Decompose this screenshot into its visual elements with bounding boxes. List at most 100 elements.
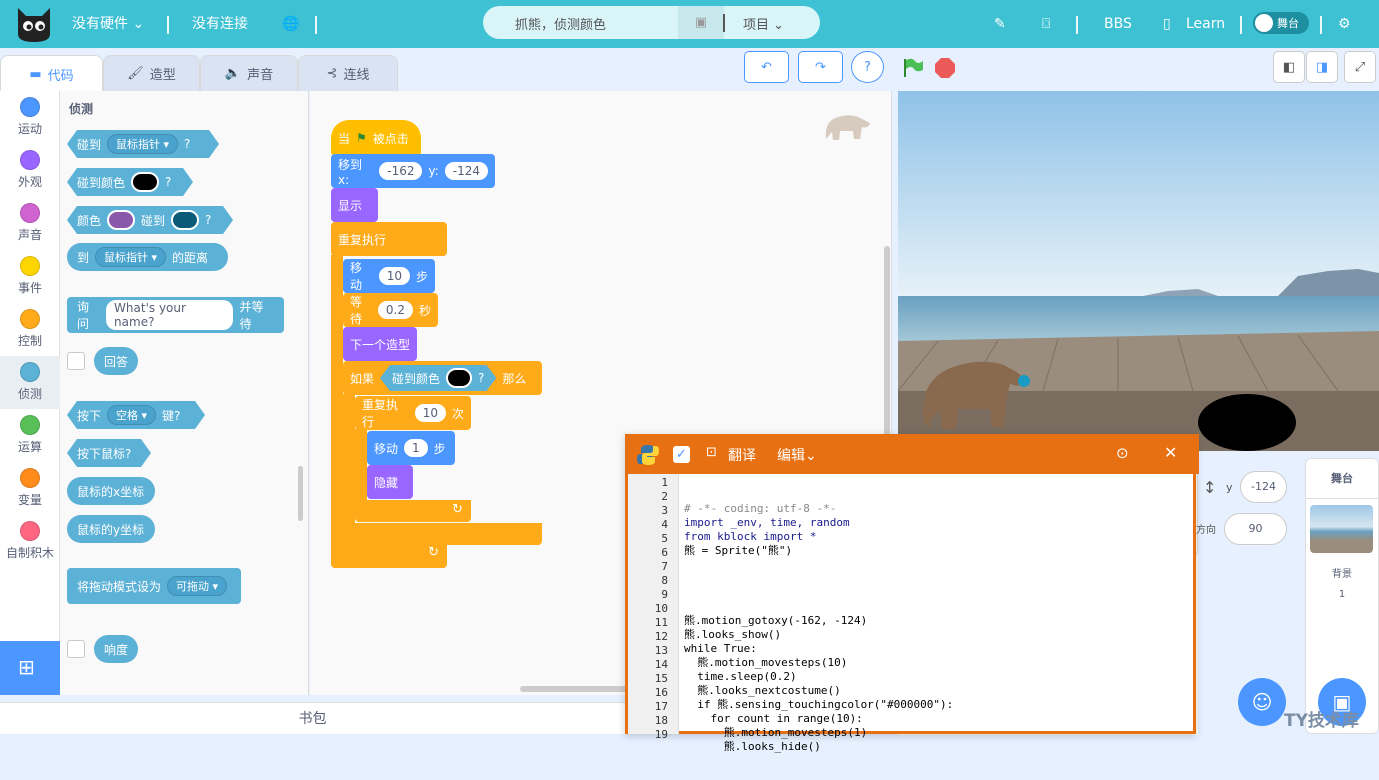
key-pressed-block[interactable]: 按下 空格 ▾ 键? <box>67 401 205 429</box>
category-sound[interactable]: 声音 <box>0 197 60 250</box>
touching-color-block[interactable]: 碰到颜色? <box>67 168 193 196</box>
mouse-down-block[interactable]: 按下鼠标? <box>67 439 151 467</box>
category-control[interactable]: 控制 <box>0 303 60 356</box>
help-button[interactable]: ? <box>851 51 884 83</box>
x-input[interactable]: -162 <box>379 162 423 180</box>
stop-icon[interactable] <box>934 57 956 79</box>
steps-input[interactable]: 10 <box>378 267 410 285</box>
camera-icon[interactable]: ⌼ <box>1042 0 1050 48</box>
category-variables[interactable]: 变量 <box>0 462 60 515</box>
ask-block[interactable]: 询问 What's your name? 并等待 <box>67 297 284 333</box>
goto-xy-block[interactable]: 移到 x: -162 y: -124 <box>331 154 495 188</box>
wait-block[interactable]: 等待 0.2 秒 <box>343 293 438 327</box>
block-dropdown[interactable]: 鼠标指针 ▾ <box>107 134 178 154</box>
project-name-input[interactable]: 抓熊，侦测颜色 <box>515 14 606 33</box>
sync-checkbox[interactable]: ✓ <box>673 446 690 463</box>
touching-block[interactable]: 碰到 鼠标指针 ▾? <box>67 130 219 158</box>
bbs-link[interactable]: BBS <box>1104 0 1132 48</box>
tab-code[interactable]: ▬ 代码 <box>0 55 103 93</box>
when-flag-clicked-block[interactable]: 当 ⚑ 被点击 <box>331 120 421 156</box>
direction-input[interactable]: 90 <box>1224 513 1287 545</box>
category-operators[interactable]: 运算 <box>0 409 60 462</box>
add-extension-button[interactable]: ⊞ <box>0 641 60 695</box>
loudness-checkbox[interactable] <box>67 640 85 658</box>
workspace-scrollbar-horizontal[interactable] <box>520 686 630 692</box>
show-block[interactable]: 显示 <box>331 188 378 222</box>
pencil-icon[interactable]: ✎ <box>994 0 1006 48</box>
loop-arrow-icon: ↻ <box>428 545 439 560</box>
color-swatch[interactable] <box>131 172 159 192</box>
steps-input[interactable]: 1 <box>404 439 428 457</box>
line-number: 11 <box>654 616 668 629</box>
category-dot <box>20 362 40 382</box>
next-costume-block[interactable]: 下一个造型 <box>343 327 417 361</box>
color-touching-color-block[interactable]: 颜色 碰到? <box>67 206 233 234</box>
category-sensing[interactable]: 侦测 <box>0 356 60 409</box>
mouse-y-block[interactable]: 鼠标的y坐标 <box>67 515 155 543</box>
backpack-bar[interactable]: 书包 <box>0 702 625 734</box>
globe-icon[interactable]: 🌐 <box>282 0 299 48</box>
edit-menu[interactable]: 编辑⌄ <box>777 445 817 465</box>
add-sprite-button[interactable]: ☺ <box>1238 678 1286 726</box>
stage-toggle[interactable]: 舞台 <box>1253 12 1309 34</box>
repeat-block[interactable]: 重复执行 10 次 <box>355 396 471 430</box>
gear-icon[interactable]: ⚙ <box>1338 0 1351 48</box>
redo-button[interactable]: ↷ <box>798 51 843 83</box>
black-ellipse-sprite[interactable] <box>1198 394 1296 451</box>
hardware-menu[interactable]: 没有硬件 ⌄ <box>72 0 144 48</box>
move-steps-block[interactable]: 移动 10 步 <box>343 259 435 293</box>
translate-button[interactable]: 翻译 <box>728 445 756 465</box>
large-stage-button[interactable]: ◨ <box>1306 51 1338 83</box>
block-text: 当 <box>338 131 351 146</box>
tab-costumes[interactable]: 🖌 造型 <box>103 55 200 91</box>
block-dropdown[interactable]: 可拖动 ▾ <box>167 576 228 596</box>
undo-button[interactable]: ↶ <box>744 51 789 83</box>
if-arm <box>343 394 355 524</box>
color-swatch[interactable] <box>171 210 199 230</box>
distance-block[interactable]: 到鼠标指针 ▾ 的距离 <box>67 243 228 271</box>
loudness-block[interactable]: 响度 <box>94 635 138 663</box>
category-my-blocks[interactable]: 自制积木 <box>0 515 60 568</box>
category-looks[interactable]: 外观 <box>0 144 60 197</box>
drag-mode-block[interactable]: 将拖动模式设为 可拖动 ▾ <box>67 568 241 604</box>
bear-sprite[interactable] <box>918 353 1030 433</box>
tab-sounds[interactable]: 🔈 声音 <box>200 55 298 91</box>
sprite-y-input[interactable]: -124 <box>1240 471 1287 503</box>
small-stage-button[interactable]: ◧ <box>1273 51 1305 83</box>
save-icon[interactable]: ▣ <box>678 6 724 39</box>
ask-input[interactable]: What's your name? <box>106 300 234 330</box>
green-flag-icon[interactable] <box>902 57 924 79</box>
move-steps-block-inner[interactable]: 移动 1 步 <box>367 431 455 465</box>
category-dot <box>20 468 40 488</box>
if-then-block[interactable]: 如果 碰到颜色? 那么 <box>343 361 542 395</box>
category-motion[interactable]: 运动 <box>0 91 60 144</box>
repeat-input[interactable]: 10 <box>414 404 446 422</box>
forever-block[interactable]: 重复执行 <box>331 222 447 256</box>
learn-link[interactable]: Learn <box>1186 0 1225 48</box>
hide-block[interactable]: 隐藏 <box>367 465 413 499</box>
stage-canvas[interactable] <box>898 91 1379 451</box>
project-menu[interactable]: 项目 ⌄ <box>743 14 784 33</box>
block-dropdown[interactable]: 鼠标指针 ▾ <box>95 247 167 267</box>
connection-menu[interactable]: 没有连接 <box>192 0 248 48</box>
y-input[interactable]: -124 <box>444 162 488 180</box>
palette-scrollbar[interactable] <box>298 466 303 521</box>
fullscreen-button[interactable]: ⤢ <box>1344 51 1376 83</box>
block-text: 步 <box>415 269 428 284</box>
mouse-x-block[interactable]: 鼠标的x坐标 <box>67 477 155 505</box>
touching-color-condition[interactable]: 碰到颜色? <box>380 365 496 391</box>
code-editor[interactable]: # -*- coding: utf-8 -*- import _env, time… <box>684 474 1189 753</box>
color-swatch[interactable] <box>446 368 472 388</box>
wait-input[interactable]: 0.2 <box>377 301 413 319</box>
answer-checkbox[interactable] <box>67 352 85 370</box>
run-icon[interactable]: ⊙ <box>1116 444 1129 462</box>
answer-block[interactable]: 回答 <box>94 347 138 375</box>
color-swatch[interactable] <box>107 210 135 230</box>
cat-logo-icon[interactable] <box>14 4 54 44</box>
category-events[interactable]: 事件 <box>0 250 60 303</box>
tab-connect[interactable]: ⊰ 连线 <box>298 55 398 91</box>
top-menu-bar: 没有硬件 ⌄ 没有连接 🌐 抓熊，侦测颜色 ▣ 项目 ⌄ ✎ ⌼ BBS ▯ L… <box>0 0 1379 48</box>
block-dropdown[interactable]: 空格 ▾ <box>107 405 156 425</box>
block-text: ? <box>165 175 172 189</box>
close-icon[interactable]: ✕ <box>1164 443 1177 462</box>
